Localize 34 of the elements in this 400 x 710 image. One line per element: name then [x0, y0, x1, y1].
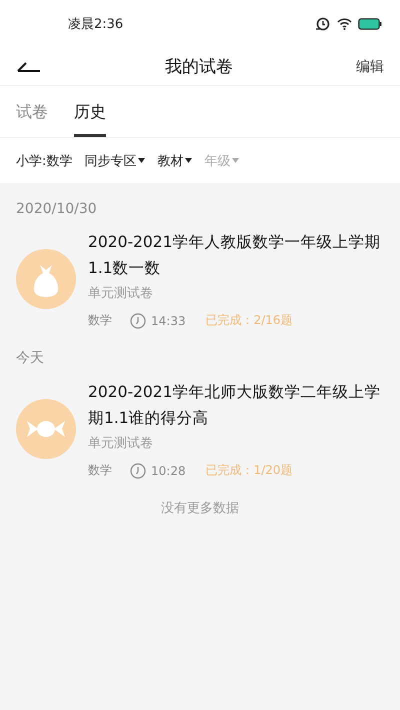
- filter-dropdown[interactable]: 教材: [157, 152, 192, 170]
- wifi-icon: [337, 18, 352, 30]
- no-more-data-text: 没有更多数据: [160, 500, 240, 517]
- subject-text: 数学: [88, 312, 112, 329]
- caret-icon: [185, 158, 192, 163]
- clock-icon: [130, 462, 146, 478]
- progress-text: 已完成：2/16题: [206, 312, 293, 329]
- sack-icon: [16, 249, 76, 309]
- exam-item[interactable]: 2020-2021学年北师大版数学二年级上学期1.1谁的得分高 单元测试卷 数学 10:28 已完成：1/20题: [0, 379, 400, 495]
- caret-icon: [232, 158, 240, 163]
- exam-type: 单元测试卷: [88, 285, 154, 302]
- subject-label: 小学:数学: [16, 152, 72, 170]
- date-heading: 今天: [15, 349, 45, 368]
- candy-icon: [16, 399, 76, 459]
- time-text: 10:28: [151, 464, 186, 478]
- clock-icon: [130, 312, 146, 328]
- subject-text: 数学: [88, 462, 112, 479]
- exam-item[interactable]: 2020-2021学年人教版数学一年级上学期1.1数一数 单元测试卷 数学 14:33 已完成：2/16题: [0, 229, 400, 345]
- date-heading: 2020/10/30: [15, 200, 98, 219]
- status-time: 凌晨2:36: [68, 16, 124, 33]
- caret-icon: [138, 158, 146, 163]
- filter-dropdown[interactable]: 同步专区: [84, 152, 146, 170]
- page-title: 我的试卷: [165, 56, 233, 78]
- exam-title: 2020-2021学年北师大版数学二年级上学期1.1谁的得分高: [88, 382, 382, 429]
- time-text: 14:33: [151, 314, 186, 328]
- tab[interactable]: 历史: [74, 96, 106, 137]
- exam-title: 2020-2021学年人教版数学一年级上学期1.1数一数: [88, 232, 382, 279]
- alarm-icon: [315, 17, 331, 31]
- tab[interactable]: 试卷: [16, 96, 48, 137]
- edit-button[interactable]: 编辑: [356, 58, 384, 76]
- progress-text: 已完成：1/20题: [206, 462, 293, 479]
- exam-type: 单元测试卷: [88, 435, 154, 452]
- back-icon[interactable]: [16, 60, 42, 72]
- battery-icon: [358, 18, 382, 30]
